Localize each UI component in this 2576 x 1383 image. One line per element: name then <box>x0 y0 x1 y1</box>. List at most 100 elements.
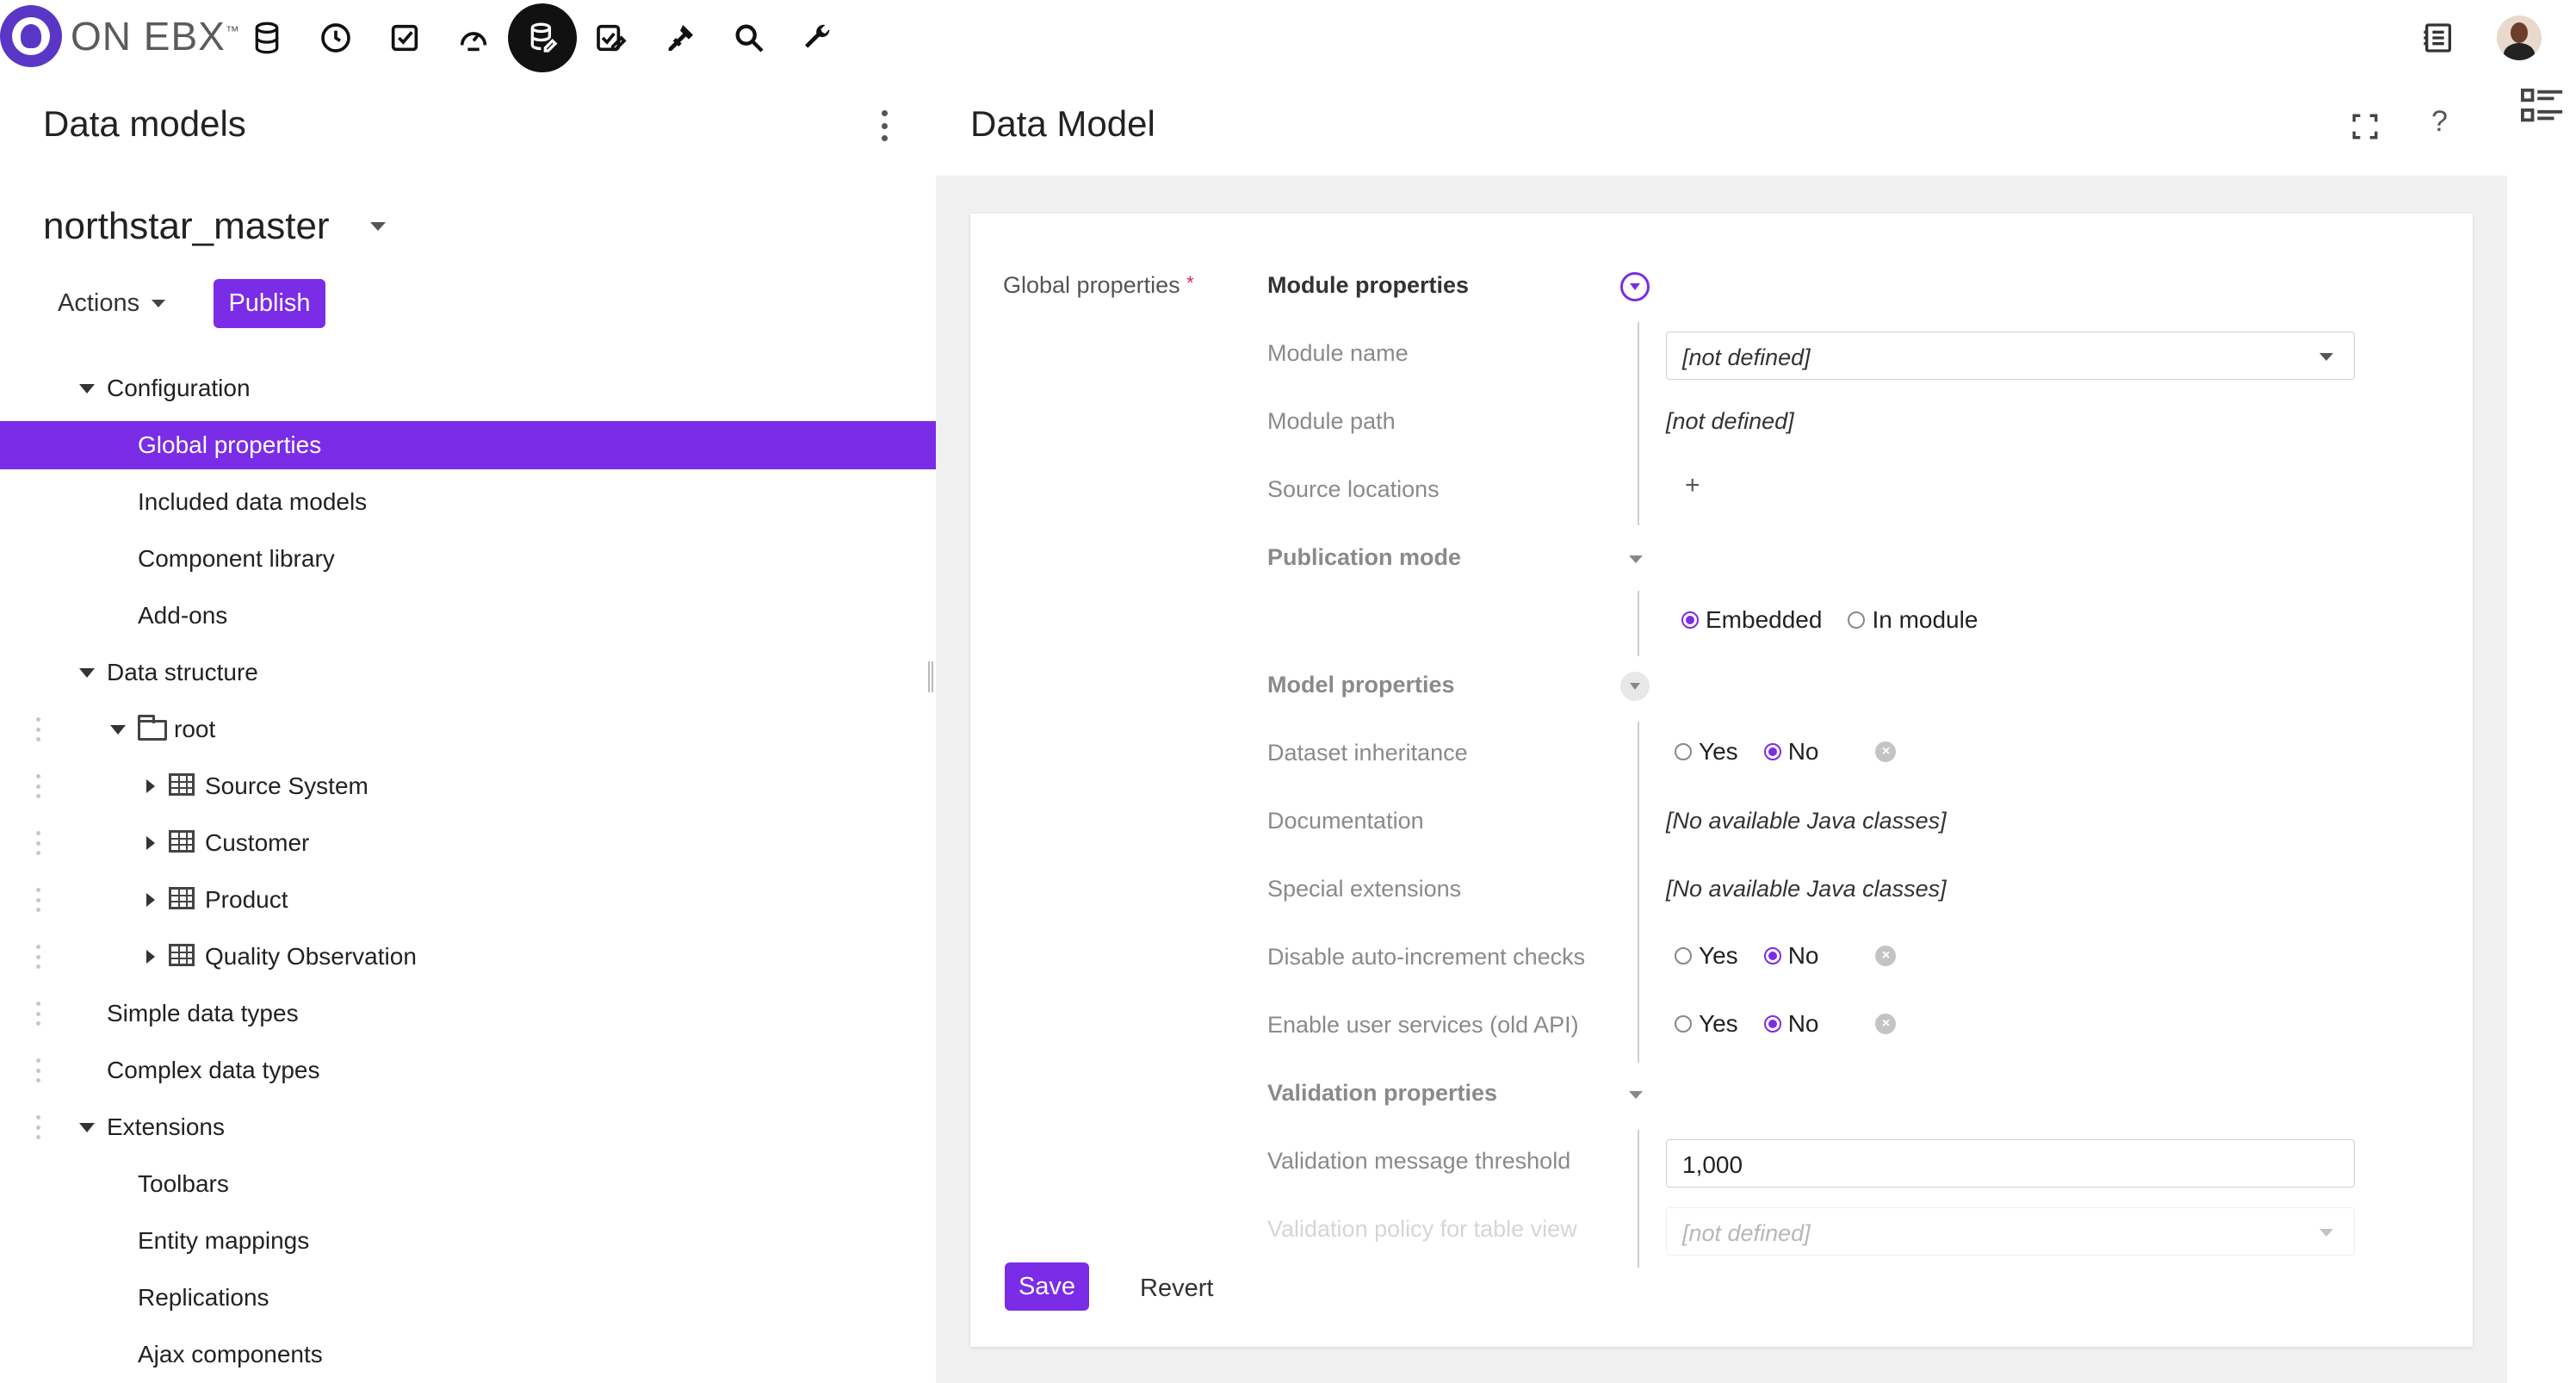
tree-item-label: Extensions <box>107 1113 225 1140</box>
actions-menu[interactable]: Actions <box>58 289 166 318</box>
panel-splitter[interactable] <box>928 661 933 692</box>
tree-item-configuration[interactable]: Configuration <box>0 360 936 417</box>
search-icon[interactable] <box>715 3 783 72</box>
checkbox-icon[interactable] <box>370 3 439 72</box>
drag-handle-icon[interactable] <box>36 888 41 912</box>
tree-item-included-data-models[interactable]: Included data models <box>0 474 936 530</box>
section-publication-mode: Publication mode <box>970 525 2473 593</box>
tree-item-label: Toolbars <box>138 1170 229 1197</box>
radio-yes[interactable]: Yes <box>1675 1010 1738 1038</box>
tree-item-replications[interactable]: Replications <box>0 1269 936 1326</box>
radio-selected-icon <box>1763 743 1781 760</box>
radio-unselected-icon <box>1848 611 1866 629</box>
radio-selected-icon <box>1763 947 1781 964</box>
tasks-icon[interactable] <box>577 3 646 72</box>
tree-item-label: Simple data types <box>107 1000 299 1026</box>
speedometer-icon[interactable] <box>439 3 508 72</box>
tree-item-component-library[interactable]: Component library <box>0 530 936 587</box>
drag-handle-icon[interactable] <box>36 774 41 798</box>
tree-item-source-system[interactable]: Source System <box>0 758 936 815</box>
field-label: Enable user services (old API) <box>1267 1012 1579 1038</box>
field-documentation: Documentation [No available Java classes… <box>970 789 2473 857</box>
clear-icon[interactable]: × <box>1875 1014 1897 1034</box>
collapse-icon[interactable] <box>1620 272 1650 301</box>
collapse-icon[interactable] <box>1620 672 1650 701</box>
more-options-icon[interactable] <box>874 110 895 141</box>
chevron-right-icon[interactable] <box>146 950 155 964</box>
tree-item-add-ons[interactable]: Add-ons <box>0 587 936 644</box>
tree-item-global-properties[interactable]: Global properties <box>0 421 936 469</box>
tree-item-label: Entity mappings <box>138 1227 310 1254</box>
section-title: Model properties <box>1267 672 1455 698</box>
drag-handle-icon[interactable] <box>36 717 41 741</box>
tree-item-complex-data-types[interactable]: Complex data types <box>0 1042 936 1099</box>
chevron-right-icon[interactable] <box>146 836 155 850</box>
list-view-icon[interactable] <box>2521 86 2564 127</box>
wrench-icon[interactable] <box>783 3 852 72</box>
data-model-icon[interactable] <box>508 3 577 72</box>
help-icon[interactable]: ? <box>2431 105 2448 139</box>
tree-item-simple-data-types[interactable]: Simple data types <box>0 985 936 1042</box>
database-icon[interactable] <box>232 3 301 72</box>
tree-item-label: Data structure <box>107 659 258 685</box>
tree-item-customer[interactable]: Customer <box>0 815 936 871</box>
drag-handle-icon[interactable] <box>36 945 41 969</box>
tree-item-quality-observation[interactable]: Quality Observation <box>0 928 936 985</box>
clear-icon[interactable]: × <box>1875 741 1897 762</box>
chevron-down-icon[interactable] <box>79 384 95 394</box>
top-nav <box>232 0 852 76</box>
drag-handle-icon[interactable] <box>36 1058 41 1082</box>
tree-item-entity-mappings[interactable]: Entity mappings <box>0 1212 936 1269</box>
add-icon[interactable]: + <box>1685 471 1700 500</box>
logo[interactable]: ON EBX™ <box>0 3 240 69</box>
drag-handle-icon[interactable] <box>36 1115 41 1139</box>
validation-policy-select[interactable]: [not defined] <box>1666 1207 2355 1256</box>
tree-item-toolbars[interactable]: Toolbars <box>0 1156 936 1212</box>
model-name[interactable]: northstar_master <box>43 205 330 248</box>
radio-unselected-icon <box>1675 743 1692 760</box>
radio-yes[interactable]: Yes <box>1675 942 1738 970</box>
revert-button[interactable]: Revert <box>1140 1274 1213 1303</box>
publish-button[interactable]: Publish <box>214 279 325 328</box>
radio-yes[interactable]: Yes <box>1675 738 1738 766</box>
tree-item-label: Complex data types <box>107 1057 320 1083</box>
radio-no[interactable]: No <box>1763 1010 1818 1038</box>
clock-icon[interactable] <box>301 3 370 72</box>
save-button[interactable]: Save <box>1005 1262 1089 1311</box>
radio-no[interactable]: No <box>1763 738 1818 766</box>
chevron-down-icon[interactable] <box>79 668 95 678</box>
radio-in-module[interactable]: In module <box>1848 606 1978 634</box>
module-name-select[interactable]: [not defined] <box>1666 332 2355 380</box>
table-icon <box>169 773 195 796</box>
top-right <box>2421 0 2542 76</box>
plugin-icon[interactable] <box>646 3 715 72</box>
logo-text: ON EBX <box>71 14 226 59</box>
avatar[interactable] <box>2497 16 2542 60</box>
chevron-right-icon[interactable] <box>146 779 155 793</box>
radio-no[interactable]: No <box>1763 942 1818 970</box>
tree-item-label: Product <box>205 886 288 913</box>
chevron-down-icon[interactable] <box>1629 1091 1643 1099</box>
task-list-icon[interactable] <box>2421 21 2455 55</box>
clear-icon[interactable]: × <box>1875 946 1897 966</box>
tree-item-data-structure[interactable]: Data structure <box>0 644 936 701</box>
chevron-right-icon[interactable] <box>146 893 155 907</box>
form: Module properties Module name [not defin… <box>970 214 2473 1268</box>
validation-threshold-input[interactable]: 1,000 <box>1666 1139 2355 1188</box>
drag-handle-icon[interactable] <box>36 1002 41 1026</box>
table-icon <box>169 944 195 966</box>
tree-item-ajax-components[interactable]: Ajax components <box>0 1326 936 1383</box>
chevron-down-icon[interactable] <box>79 1123 95 1132</box>
chevron-down-icon[interactable] <box>1629 555 1643 563</box>
tree-item-root[interactable]: root <box>0 701 936 758</box>
chevron-down-icon[interactable] <box>110 725 126 735</box>
user-services-radio-group: Yes No × <box>1675 1010 1897 1038</box>
tree-item-label: root <box>174 716 216 742</box>
tree-item-product[interactable]: Product <box>0 871 936 928</box>
fullscreen-icon[interactable] <box>2350 112 2380 141</box>
tree-item-extensions[interactable]: Extensions <box>0 1099 936 1156</box>
chevron-down-icon[interactable] <box>370 222 386 231</box>
tree: Configuration Global properties Included… <box>0 360 936 1383</box>
radio-embedded[interactable]: Embedded <box>1681 606 1822 634</box>
drag-handle-icon[interactable] <box>36 831 41 855</box>
